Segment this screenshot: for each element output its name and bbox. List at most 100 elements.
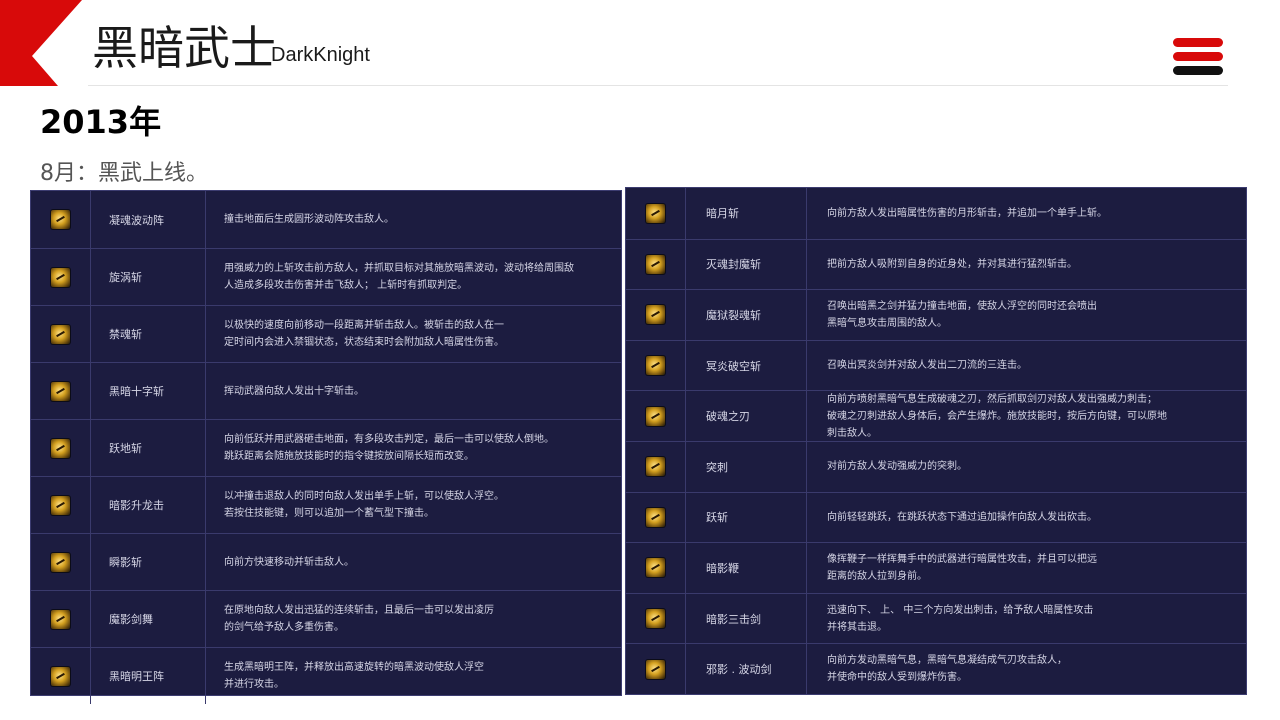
skill-icon-cell [31, 534, 91, 590]
skill-description-cell: 像挥鞭子一样挥舞手中的武器进行暗属性攻击，并且可以把远 距离的敌人拉到身前。 [807, 543, 1246, 593]
skill-icon[interactable] [51, 381, 70, 401]
skill-name: 魔影剑舞 [109, 613, 153, 626]
skill-description-line: 向前方快速移动并斩击敌人。 [224, 556, 354, 568]
skill-icon[interactable] [51, 324, 70, 344]
skill-description-cell: 在原地向敌人发出迅猛的连续斩击，且最后一击可以发出凌厉 的剑气给予敌人多重伤害。 [206, 591, 621, 647]
skill-row: 冥炎破空斩 召唤出冥炎剑并对敌人发出二刀流的三连击。 [626, 339, 1246, 391]
skill-description-line: 对前方敌人发动强威力的突刺。 [827, 461, 967, 473]
skill-description-line: 生成黑暗明王阵，并释放出高速旋转的暗黑波动使敌人浮空 [224, 662, 484, 673]
skill-row: 魔影剑舞 在原地向敌人发出迅猛的连续斩击，且最后一击可以发出凌厉 的剑气给予敌人多重… [31, 590, 621, 647]
skill-description-line: 在原地向敌人发出迅猛的连续斩击，且最后一击可以发出凌厉 [224, 605, 494, 616]
skill-description-cell: 以极快的速度向前移动一段距离并斩击敌人。被斩击的敌人在一 定时间内会进入禁锢状态，… [206, 306, 621, 362]
skill-description-line: 向前低跃并用武器砸击地面，有多段攻击判定，最后一击可以使敌人倒地。 [224, 434, 554, 445]
skill-description-line: 用强威力的上斩攻击前方敌人，并抓取目标对其施放暗黑波动，波动将给周围敌 [224, 263, 574, 274]
header-divider [88, 85, 1228, 86]
skill-icon[interactable] [646, 507, 665, 527]
skill-name-cell: 魔影剑舞 [91, 591, 206, 647]
skill-name-cell: 凝魂波动阵 [91, 191, 206, 248]
skill-description-cell: 对前方敌人发动强威力的突刺。 [807, 442, 1246, 492]
skill-description-cell: 把前方敌人吸附到自身的近身处，并对其进行猛烈斩击。 [807, 240, 1246, 290]
skill-icon-cell [31, 648, 91, 704]
skill-description-line: 破魂之刃刺进敌人身体后，会产生爆炸。施放技能时，按后方向键，可以原地 [827, 410, 1167, 422]
skill-description-cell: 挥动武器向敌人发出十字斩击。 [206, 363, 621, 419]
skill-table-right: 暗月斩 向前方敌人发出暗属性伤害的月形斩击，并追加一个单手上斩。 灭魂封魔斩 把前方敌… [625, 187, 1247, 695]
skill-description-line: 并将其击退。 [827, 621, 887, 633]
skill-icon[interactable] [646, 305, 665, 325]
skill-name-cell: 黑暗明王阵 [91, 648, 206, 704]
skill-description-line: 向前方敌人发出暗属性伤害的月形斩击，并追加一个单手上斩。 [827, 207, 1107, 219]
skill-icon-cell [626, 543, 686, 593]
skill-icon[interactable] [646, 558, 665, 578]
skill-description-line: 召唤出冥炎剑并对敌人发出二刀流的三连击。 [827, 360, 1027, 372]
skill-icon-cell [626, 391, 686, 441]
skill-icon[interactable] [51, 210, 70, 229]
skill-icon[interactable] [646, 457, 665, 477]
skill-description-line: 向前方发动黑暗气息，黑暗气息凝结成气刃攻击敌人， [827, 655, 1067, 667]
skill-description-line: 人造成多段攻击伤害并击飞敌人； 上斩时有抓取判定。 [224, 280, 468, 291]
skill-description-line: 的剑气给予敌人多重伤害。 [224, 622, 344, 633]
skill-icon[interactable] [646, 609, 665, 629]
skill-description-cell: 向前方快速移动并斩击敌人。 [206, 534, 621, 590]
skill-icon[interactable] [51, 552, 70, 572]
skill-icon-cell [626, 239, 686, 290]
page-subtitle: DarkKnight [271, 44, 370, 66]
skill-name: 突刺 [706, 460, 728, 474]
skill-description-cell: 向前方发动黑暗气息，黑暗气息凝结成气刃攻击敌人， 并使命中的敌人受到爆炸伤害。 [807, 644, 1246, 694]
skill-icon[interactable] [51, 666, 70, 686]
skill-row: 跃斩 向前轻轻跳跃，在跳跃状态下通过追加操作向敌人发出砍击。 [626, 491, 1246, 543]
skill-row: 灭魂封魔斩 把前方敌人吸附到自身的近身处，并对其进行猛烈斩击。 [626, 238, 1246, 290]
skill-name: 魔狱裂魂斩 [706, 308, 761, 322]
skill-name: 瞬影斩 [109, 556, 142, 569]
skill-row: 暗影升龙击 以冲撞击退敌人的同时向敌人发出单手上斩，可以使敌人浮空。 若按住技能键，… [31, 476, 621, 533]
skill-icon[interactable] [646, 203, 665, 223]
skill-icon-cell [31, 591, 91, 647]
skill-description-line: 黑暗气息攻击周围的敌人。 [827, 317, 947, 329]
skill-description-cell: 用强威力的上斩攻击前方敌人，并抓取目标对其施放暗黑波动，波动将给周围敌 人造成多段… [206, 249, 621, 305]
skill-name-cell: 邪影 . 波动剑 [686, 644, 807, 694]
skill-description-line: 撞击地面后生成圆形波动阵攻击敌人。 [224, 214, 394, 225]
skill-name-cell: 瞬影斩 [91, 534, 206, 590]
skill-description-cell: 以冲撞击退敌人的同时向敌人发出单手上斩，可以使敌人浮空。 若按住技能键，则可以追加… [206, 477, 621, 533]
skill-name-cell: 破魂之刃 [686, 391, 807, 441]
skill-row: 旋涡斩 用强威力的上斩攻击前方敌人，并抓取目标对其施放暗黑波动，波动将给周围敌 人造… [31, 248, 621, 305]
skill-name: 邪影 . 波动剑 [706, 663, 772, 677]
skill-icon[interactable] [51, 495, 70, 515]
skill-icon[interactable] [51, 438, 70, 458]
menu-bar-bottom [1173, 66, 1223, 75]
skill-name: 破魂之刃 [706, 410, 750, 424]
skill-row: 跃地斩 向前低跃并用武器砸击地面，有多段攻击判定，最后一击可以使敌人倒地。 跳跃距离… [31, 419, 621, 476]
release-note: 8月：黑武上线。 [40, 161, 208, 186]
skill-icon-cell [31, 420, 91, 476]
skill-description-line: 召唤出暗黑之剑并猛力撞击地面，使敌人浮空的同时还会喷出 [827, 300, 1097, 312]
skill-name: 跃斩 [706, 511, 728, 525]
skill-name-cell: 冥炎破空斩 [686, 340, 807, 391]
skill-description-cell: 撞击地面后生成圆形波动阵攻击敌人。 [206, 191, 621, 248]
skill-row: 魔狱裂魂斩 召唤出暗黑之剑并猛力撞击地面，使敌人浮空的同时还会喷出 黑暗气息攻击周围… [626, 289, 1246, 340]
skill-name: 禁魂斩 [109, 328, 142, 341]
skill-icon[interactable] [51, 609, 70, 629]
skill-icon-cell [626, 290, 686, 340]
skill-icon[interactable] [646, 406, 665, 426]
skill-icon[interactable] [646, 356, 665, 376]
page-title: 黑暗武士 [92, 21, 276, 75]
skill-description-cell: 召唤出冥炎剑并对敌人发出二刀流的三连击。 [807, 341, 1246, 391]
skill-description-cell: 向前低跃并用武器砸击地面，有多段攻击判定，最后一击可以使敌人倒地。 跳跃距离会随施… [206, 420, 621, 476]
skill-icon-cell [31, 249, 91, 305]
skill-row: 禁魂斩 以极快的速度向前移动一段距离并斩击敌人。被斩击的敌人在一 定时间内会进入禁锢… [31, 305, 621, 362]
skill-description-line: 若按住技能键，则可以追加一个蓄气型下撞击。 [224, 508, 434, 519]
skill-name-cell: 跃地斩 [91, 420, 206, 476]
skill-row: 突刺 对前方敌人发动强威力的突刺。 [626, 441, 1246, 492]
skill-description-line: 定时间内会进入禁锢状态，状态结束时会附加敌人暗属性伤害。 [224, 337, 504, 348]
skill-description-line: 像挥鞭子一样挥舞手中的武器进行暗属性攻击，并且可以把远 [827, 553, 1097, 565]
skill-name: 灭魂封魔斩 [706, 258, 761, 272]
skill-icon[interactable] [51, 267, 70, 287]
hamburger-menu-icon[interactable] [1173, 38, 1223, 76]
skill-icon[interactable] [646, 254, 665, 274]
skill-description-cell: 召唤出暗黑之剑并猛力撞击地面，使敌人浮空的同时还会喷出 黑暗气息攻击周围的敌人。 [807, 290, 1246, 340]
skill-row: 黑暗明王阵 生成黑暗明王阵，并释放出高速旋转的暗黑波动使敌人浮空 并进行攻击。 [31, 647, 621, 704]
skill-name-cell: 暗影鞭 [686, 543, 807, 593]
skill-description-line: 挥动武器向敌人发出十字斩击。 [224, 385, 364, 397]
skill-name: 暗影鞭 [706, 561, 739, 575]
skill-icon[interactable] [646, 659, 665, 679]
skill-description-line: 以极快的速度向前移动一段距离并斩击敌人。被斩击的敌人在一 [224, 320, 504, 331]
